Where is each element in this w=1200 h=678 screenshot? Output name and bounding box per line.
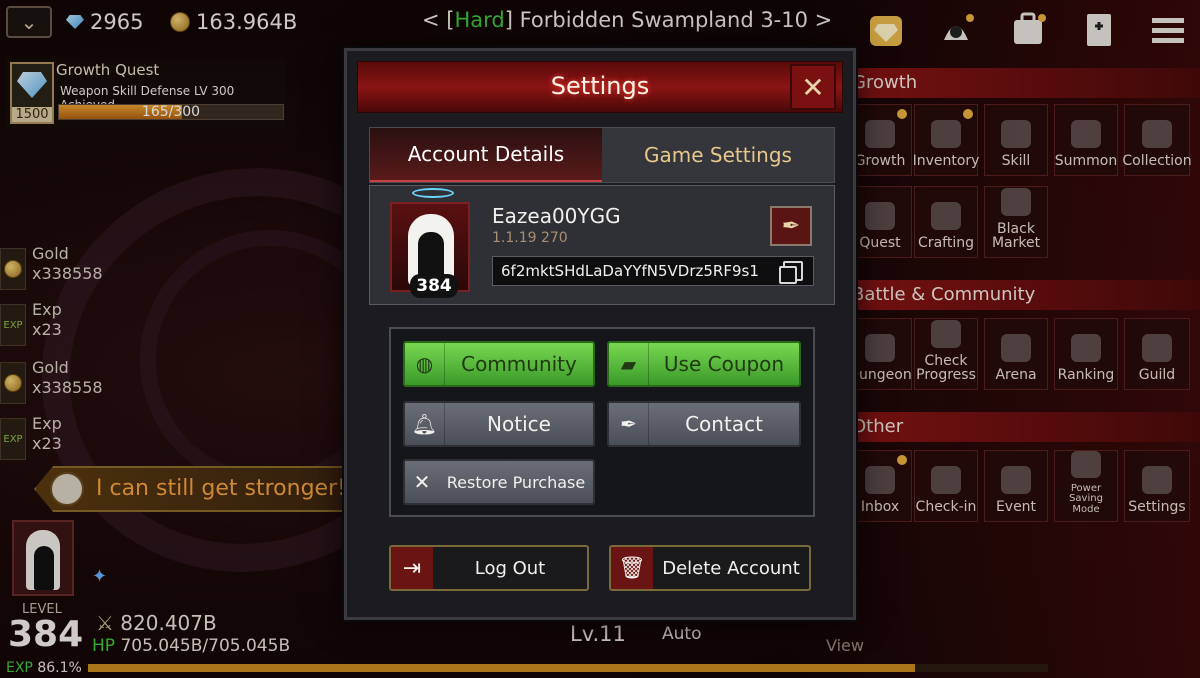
restore-purchase-label: Restore Purchase — [446, 472, 586, 492]
log-out-label: Log Out — [474, 557, 546, 579]
game-version: 1.1.19 270 — [492, 230, 568, 246]
notice-button[interactable]: 🔔︎ Notice — [403, 401, 595, 447]
account-id-field: 6f2mktSHdLaDaYYfN5VDrz5RF9s1 — [492, 256, 814, 286]
dialog-title: Settings — [550, 72, 650, 100]
tab-game-settings[interactable]: Game Settings — [602, 128, 834, 182]
account-id: 6f2mktSHdLaDaYYfN5VDrz5RF9s1 — [501, 262, 759, 280]
globe-icon: ◍ — [405, 343, 445, 385]
community-label: Community — [461, 352, 577, 376]
notice-label: Notice — [487, 412, 551, 436]
profile-card: 384 Eazea00YGG 1.1.19 270 ✒ 6f2mktSHdLaD… — [369, 185, 835, 305]
edit-name-button[interactable]: ✒ — [770, 206, 812, 246]
ticket-icon: ▰ — [609, 343, 649, 385]
bell-icon: 🔔︎ — [405, 403, 445, 445]
trash-icon: 🗑︎ — [611, 547, 653, 589]
use-coupon-label: Use Coupon — [663, 352, 785, 376]
settings-tabs: Account Details Game Settings — [369, 127, 835, 183]
quill-icon: ✒ — [781, 213, 801, 239]
settings-dialog: Settings ✕ Account Details Game Settings… — [344, 48, 856, 620]
delete-account-label: Delete Account — [662, 557, 800, 579]
quill-icon: ✒ — [609, 403, 649, 445]
wrench-icon: ✕ — [413, 470, 431, 494]
tab-account-details[interactable]: Account Details — [370, 128, 602, 182]
copy-icon[interactable] — [779, 261, 803, 284]
close-button[interactable]: ✕ — [790, 64, 836, 110]
log-out-button[interactable]: ⇥ Log Out — [389, 545, 589, 591]
profile-level-badge: 384 — [410, 274, 458, 298]
restore-purchase-button[interactable]: ✕ Restore Purchase — [403, 459, 595, 505]
profile-name: Eazea00YGG — [492, 204, 621, 228]
halo-icon — [412, 188, 454, 198]
dialog-header: Settings ✕ — [357, 61, 843, 113]
contact-button[interactable]: ✒ Contact — [607, 401, 801, 447]
close-icon: ✕ — [801, 70, 825, 104]
exit-icon: ⇥ — [391, 547, 433, 589]
settings-actions-panel: ◍ Community ▰ Use Coupon 🔔︎ Notice ✒ Con… — [389, 327, 815, 517]
use-coupon-button[interactable]: ▰ Use Coupon — [607, 341, 801, 387]
delete-account-button[interactable]: 🗑︎ Delete Account — [609, 545, 811, 591]
community-button[interactable]: ◍ Community — [403, 341, 595, 387]
contact-label: Contact — [685, 412, 763, 436]
